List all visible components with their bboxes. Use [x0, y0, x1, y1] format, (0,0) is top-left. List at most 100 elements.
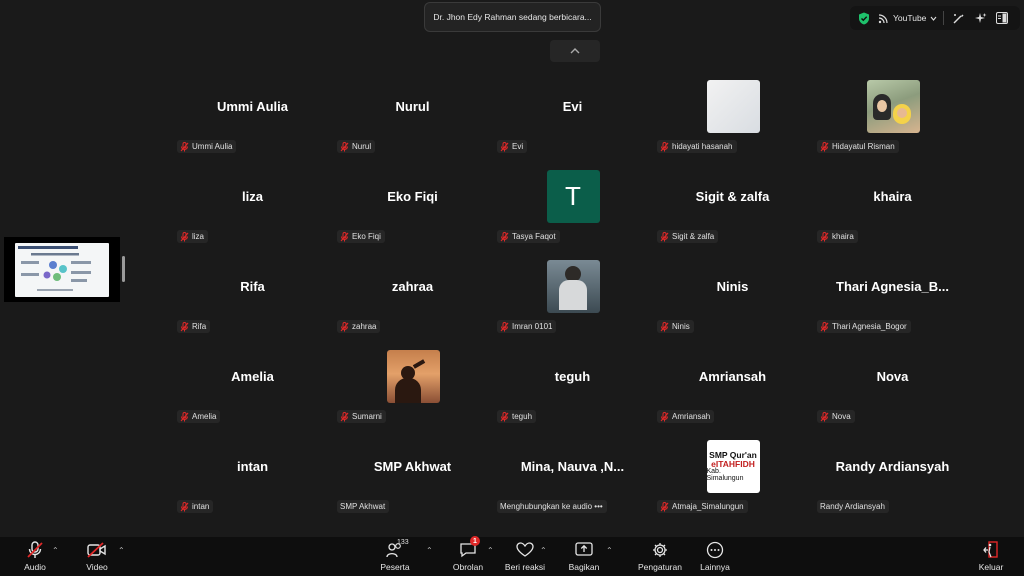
participant-name: Randy Ardiansyah [820, 502, 885, 511]
ai-companion-icon[interactable] [972, 10, 988, 26]
participant-name: intan [192, 502, 210, 511]
participant-name: liza [192, 232, 205, 241]
view-layout-icon[interactable] [994, 10, 1010, 26]
participant-tile[interactable]: Mina, Nauva ,N... Menghubungkan ke audio … [495, 437, 650, 519]
participant-tile[interactable]: Sigit & zalfa Sigit & zalfa [655, 167, 810, 249]
participant-name-label: Nurul [337, 140, 376, 153]
participant-display-name: Nurul [395, 99, 430, 114]
live-stream-menu[interactable]: YouTube [878, 13, 937, 24]
reactions-label: Beri reaksi [504, 562, 546, 572]
participant-name: Menghubungkan ke audio ••• [500, 502, 603, 511]
logo-line: Kab. Simalungun [706, 468, 744, 482]
video-options-caret[interactable]: ⌃ [118, 546, 125, 555]
shield-check-icon[interactable] [856, 10, 872, 26]
participant-avatar [546, 260, 600, 313]
participants-options-caret[interactable]: ⌃ [426, 546, 433, 555]
participant-tile[interactable]: liza liza [175, 167, 330, 249]
collapse-toolbar-button[interactable] [550, 40, 600, 62]
participants-button[interactable]: 133 Peserta [368, 539, 422, 572]
share-options-caret[interactable]: ⌃ [606, 546, 613, 555]
participant-tile[interactable]: T Tasya Faqot [495, 167, 650, 249]
participant-tile[interactable]: khaira khaira [815, 167, 970, 249]
video-button[interactable]: Video [70, 541, 124, 572]
participant-tile[interactable]: SMP Qur'an eITAHFIDH Kab. Simalungun Atmaja… [655, 437, 810, 519]
participant-tile[interactable]: Imran 0101 [495, 257, 650, 339]
participant-name: Ninis [672, 322, 690, 331]
settings-button[interactable]: Pengaturan [633, 541, 687, 572]
participant-display-name: Sigit & zalfa [695, 189, 770, 204]
mic-muted-icon [500, 141, 509, 152]
participant-tile[interactable]: Eko Fiqi Eko Fiqi [335, 167, 490, 249]
reactions-options-caret[interactable]: ⌃ [540, 546, 547, 555]
participant-name-label: hidayati hasanah [657, 140, 737, 153]
active-speaker-banner: Dr. Jhon Edy Rahman sedang berbicara... [424, 2, 601, 32]
share-label: Bagikan [568, 562, 600, 572]
participant-tile[interactable]: Ninis Ninis [655, 257, 810, 339]
chat-unread-badge: 1 [470, 536, 480, 546]
participants-label: Peserta [380, 562, 410, 572]
participant-name: Tasya Faqot [512, 232, 556, 241]
participant-tile[interactable]: Hidayatul Risman [815, 77, 970, 159]
shared-screen-thumbnail[interactable] [4, 237, 120, 302]
participant-name: Thari Agnesia_Bogor [832, 322, 907, 331]
participant-name-label: Ummi Aulia [177, 140, 237, 153]
settings-label: Pengaturan [638, 562, 682, 572]
participant-tile[interactable]: hidayati hasanah [655, 77, 810, 159]
participant-tile[interactable]: teguh teguh [495, 347, 650, 429]
participant-name-label: Eko Fiqi [337, 230, 385, 243]
participant-tile[interactable]: Amriansah Amriansah [655, 347, 810, 429]
leave-button[interactable]: Keluar [964, 541, 1018, 572]
participant-tile[interactable]: Randy Ardiansyah Randy Ardiansyah [815, 437, 970, 519]
participant-name: hidayati hasanah [672, 142, 733, 151]
participant-display-name: Eko Fiqi [387, 189, 438, 204]
participant-name-label: SMP Akhwat [337, 500, 390, 513]
participant-display-name: Randy Ardiansyah [835, 459, 950, 474]
participant-tile[interactable]: zahraa zahraa [335, 257, 490, 339]
participant-name-label: Rifa [177, 320, 211, 333]
mic-muted-icon [340, 231, 349, 242]
mic-muted-icon [660, 411, 669, 422]
participant-display-name: Mina, Nauva ,N... [520, 459, 625, 474]
participant-tile[interactable]: Rifa Rifa [175, 257, 330, 339]
mic-muted-icon [180, 141, 189, 152]
more-label: Lainnya [700, 562, 730, 572]
participant-tile[interactable]: Thari Agnesia_B... Thari Agnesia_Bogor [815, 257, 970, 339]
participant-tile[interactable]: Amelia Amelia [175, 347, 330, 429]
participant-tile[interactable]: Ummi Aulia Ummi Aulia [175, 77, 330, 159]
participant-display-name: zahraa [391, 279, 434, 294]
divider [943, 11, 945, 25]
audio-options-caret[interactable]: ⌃ [52, 546, 59, 555]
annotate-icon[interactable] [950, 10, 966, 26]
leave-door-icon [981, 541, 1001, 559]
more-dots-icon [705, 541, 725, 559]
participant-tile[interactable]: Nurul Nurul [335, 77, 490, 159]
participant-name: zahraa [352, 322, 377, 331]
participant-name: Sumarni [352, 412, 382, 421]
participant-name-label: Evi [497, 140, 528, 153]
thumbnail-resize-handle[interactable] [122, 256, 125, 282]
audio-label: Audio [24, 562, 46, 572]
participants-count: 133 [397, 539, 409, 546]
heart-icon [515, 541, 535, 559]
participant-name: khaira [832, 232, 854, 241]
participant-tile[interactable]: intan intan [175, 437, 330, 519]
participant-display-name: Amelia [231, 369, 274, 384]
mic-muted-icon [660, 501, 669, 512]
more-button[interactable]: Lainnya [688, 541, 742, 572]
participant-tile[interactable]: Sumarni [335, 347, 490, 429]
participant-display-name: Ummi Aulia [216, 99, 289, 114]
participant-name: Imran 0101 [512, 322, 553, 331]
mic-muted-icon [340, 411, 349, 422]
participant-display-name: Ninis [716, 279, 749, 294]
participant-tile[interactable]: SMP Akhwat SMP Akhwat [335, 437, 490, 519]
participant-tile[interactable]: Evi Evi [495, 77, 650, 159]
mic-muted-icon [500, 321, 509, 332]
participant-name-label: liza [177, 230, 209, 243]
share-button[interactable]: Bagikan [557, 541, 611, 572]
mic-muted-icon [820, 141, 829, 152]
participant-name-label: Amriansah [657, 410, 715, 423]
participant-name: Hidayatul Risman [832, 142, 895, 151]
chat-options-caret[interactable]: ⌃ [487, 546, 494, 555]
mic-muted-icon [820, 411, 829, 422]
participant-tile[interactable]: Nova Nova [815, 347, 970, 429]
